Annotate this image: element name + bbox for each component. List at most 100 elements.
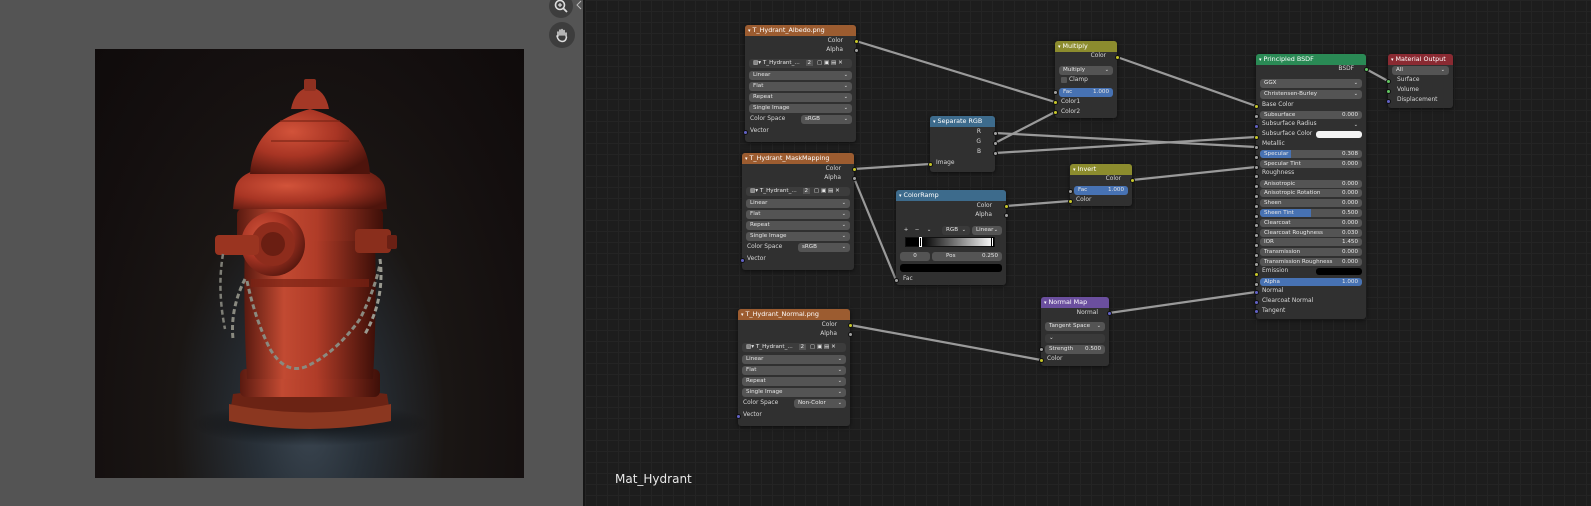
bsdf-slider-sheen-tint[interactable]: Sheen Tint 0.500 xyxy=(1260,209,1362,217)
collapse-arrow-icon[interactable] xyxy=(575,0,583,10)
bsdf-slider-clearcoat[interactable]: Clearcoat 0.000 xyxy=(1260,218,1362,227)
socket-inv-out[interactable] xyxy=(1129,177,1135,183)
socket-alb-alpha[interactable] xyxy=(853,47,859,53)
socket-cr-fac[interactable] xyxy=(893,277,899,283)
socket-mul-out[interactable] xyxy=(1114,54,1120,60)
socket-bsdf-in-5[interactable] xyxy=(1253,154,1259,160)
socket-bsdf-in-7[interactable] xyxy=(1253,173,1259,179)
extension-dropdown[interactable]: Repeat ⌄ xyxy=(742,377,846,386)
socket-inv-color[interactable] xyxy=(1067,198,1073,204)
node-invert[interactable]: ▾ Invert Color Fac 1.000 Color xyxy=(1070,164,1132,206)
zoom-tool[interactable] xyxy=(549,0,573,18)
ramp-menu-button[interactable]: ⌄ xyxy=(924,226,934,235)
socket-bsdf-in-1[interactable] xyxy=(1253,113,1259,119)
bsdf-slider-clearcoat-roughness[interactable]: Clearcoat Roughness 0.030 xyxy=(1260,228,1362,237)
extension-dropdown[interactable]: Repeat ⌄ xyxy=(746,221,850,230)
add-stop-button[interactable]: + xyxy=(901,226,911,235)
shader-node-editor[interactable]: ▾ T_Hydrant_Albedo.png Color Alpha ▧▾ T_H… xyxy=(585,0,1591,506)
socket-out-disp[interactable] xyxy=(1385,98,1391,104)
node-header[interactable]: ▾ ColorRamp xyxy=(896,190,1006,201)
node-link[interactable] xyxy=(855,39,1056,104)
image-action-icons[interactable]: ▢ ▣ ▤ ✕ xyxy=(810,344,836,350)
socket-bsdf-in-13[interactable] xyxy=(1253,232,1259,238)
socket-msk-alpha[interactable] xyxy=(851,175,857,181)
socket-bsdf-in-14[interactable] xyxy=(1253,242,1259,248)
stop-index-field[interactable]: 0 xyxy=(900,252,930,261)
socket-bsdf-in-12[interactable] xyxy=(1253,222,1259,228)
node-material-output[interactable]: ▾ Material Output All ⌄ Surface Volume Dis… xyxy=(1388,54,1453,108)
uv-map-field[interactable]: ⌄ xyxy=(1045,334,1105,343)
subsurface-color-swatch[interactable] xyxy=(1316,131,1362,139)
stop-position-field[interactable]: Pos 0.250 xyxy=(932,252,1002,261)
projection-dropdown[interactable]: Flat ⌄ xyxy=(749,82,852,91)
node-link[interactable] xyxy=(994,111,1056,144)
node-header[interactable]: ▾ T_Hydrant_Normal.png xyxy=(738,309,850,320)
node-link[interactable] xyxy=(1116,55,1257,108)
socket-bsdf-in-2[interactable] xyxy=(1253,123,1259,129)
socket-bsdf-in-3[interactable] xyxy=(1253,134,1259,140)
socket-nrm-alpha[interactable] xyxy=(847,331,853,337)
bsdf-slider-anisotropic-rotation[interactable]: Anisotropic Rotation 0.000 xyxy=(1260,189,1362,198)
socket-bsdf-in-17[interactable] xyxy=(1253,271,1259,277)
extension-dropdown[interactable]: Repeat ⌄ xyxy=(749,93,852,102)
gradient-bar[interactable] xyxy=(905,237,995,247)
image-selector[interactable]: ▧▾ T_Hydrant_... 2 ▢ ▣ ▤ ✕ xyxy=(749,59,852,68)
projection-dropdown[interactable]: Flat ⌄ xyxy=(746,210,850,219)
interpolation-dropdown[interactable]: Linear ⌄ xyxy=(742,355,846,364)
source-dropdown[interactable]: Single Image ⌄ xyxy=(749,104,852,113)
stop-color-swatch[interactable] xyxy=(900,264,1002,272)
socket-nrm-vec[interactable] xyxy=(735,413,741,419)
socket-nm-out[interactable] xyxy=(1106,310,1112,316)
node-header[interactable]: ▾ Normal Map xyxy=(1041,297,1109,308)
socket-bsdf-in-0[interactable] xyxy=(1253,103,1259,109)
node-image-texture-mask[interactable]: ▾ T_Hydrant_MaskMapping Color Alpha ▧▾ T_… xyxy=(742,153,854,270)
bsdf-slider-anisotropic[interactable]: Anisotropic 0.000 xyxy=(1260,179,1362,188)
node-link[interactable] xyxy=(849,323,1042,362)
subsurface-method-dropdown[interactable]: Christensen-Burley ⌄ xyxy=(1260,90,1362,99)
node-header[interactable]: ▾ Separate RGB xyxy=(930,116,995,127)
socket-mul-c1[interactable] xyxy=(1052,99,1058,105)
node-link[interactable] xyxy=(1005,199,1071,208)
socket-nrm-color[interactable] xyxy=(847,322,853,328)
socket-bsdf-in-20[interactable] xyxy=(1253,299,1259,305)
socket-bsdf-in-11[interactable] xyxy=(1253,213,1259,219)
socket-cr-alpha[interactable] xyxy=(1003,212,1009,218)
socket-bsdf-in-6[interactable] xyxy=(1253,164,1259,170)
socket-sep-r[interactable] xyxy=(992,130,998,136)
blend-type-dropdown[interactable]: Multiply ⌄ xyxy=(1059,66,1113,75)
socket-sep-g[interactable] xyxy=(992,140,998,146)
remove-stop-button[interactable]: − xyxy=(912,226,922,235)
bsdf-slider-transmission-roughness[interactable]: Transmission Roughness 0.000 xyxy=(1260,258,1362,266)
colorspace-dropdown[interactable]: sRGB ⌄ xyxy=(801,115,852,124)
socket-nm-color[interactable] xyxy=(1038,357,1044,363)
pan-tool[interactable] xyxy=(549,22,575,48)
emission-color-swatch[interactable] xyxy=(1316,268,1362,276)
interpolation-dropdown[interactable]: Linear ⌄ xyxy=(746,199,850,208)
socket-bsdf-in-21[interactable] xyxy=(1253,308,1259,314)
socket-out-volume[interactable] xyxy=(1385,88,1391,94)
color-stop-right[interactable] xyxy=(991,237,994,247)
subsurface-radius-dropdown[interactable]: ⌄ xyxy=(1320,121,1362,129)
color-mode-dropdown[interactable]: RGB ⌄ xyxy=(942,226,970,235)
image-action-icons[interactable]: ▢ ▣ ▤ ✕ xyxy=(814,188,840,194)
node-image-texture-normal[interactable]: ▾ T_Hydrant_Normal.png Color Alpha ▧▾ T_H… xyxy=(738,309,850,426)
fac-slider[interactable]: Fac 1.000 xyxy=(1059,88,1113,97)
node-principled-bsdf[interactable]: ▾ Principled BSDF BSDF GGX ⌄ Christensen-B… xyxy=(1256,54,1366,319)
image-action-icons[interactable]: ▢ ▣ ▤ ✕ xyxy=(817,60,843,66)
socket-bsdf-in-16[interactable] xyxy=(1253,261,1259,267)
bsdf-slider-transmission[interactable]: Transmission 0.000 xyxy=(1260,248,1362,257)
node-image-texture-albedo[interactable]: ▾ T_Hydrant_Albedo.png Color Alpha ▧▾ T_H… xyxy=(745,25,856,142)
socket-bsdf-in-19[interactable] xyxy=(1253,289,1259,295)
socket-msk-vec[interactable] xyxy=(739,257,745,263)
node-separate-rgb[interactable]: ▾ Separate RGB R G B Image xyxy=(930,116,995,172)
node-normal-map[interactable]: ▾ Normal Map Normal Tangent Space ⌄ ⌄ Stre… xyxy=(1041,297,1109,366)
node-header[interactable]: ▾ Principled BSDF xyxy=(1256,54,1366,65)
socket-alb-vec[interactable] xyxy=(742,129,748,135)
node-link[interactable] xyxy=(1108,290,1257,315)
node-link[interactable] xyxy=(1131,165,1257,182)
bsdf-slider-ior[interactable]: IOR 1.450 xyxy=(1260,238,1362,247)
node-header[interactable]: ▾ Multiply xyxy=(1055,41,1117,52)
source-dropdown[interactable]: Single Image ⌄ xyxy=(742,388,846,397)
socket-sep-img[interactable] xyxy=(927,161,933,167)
node-link[interactable] xyxy=(853,162,931,171)
